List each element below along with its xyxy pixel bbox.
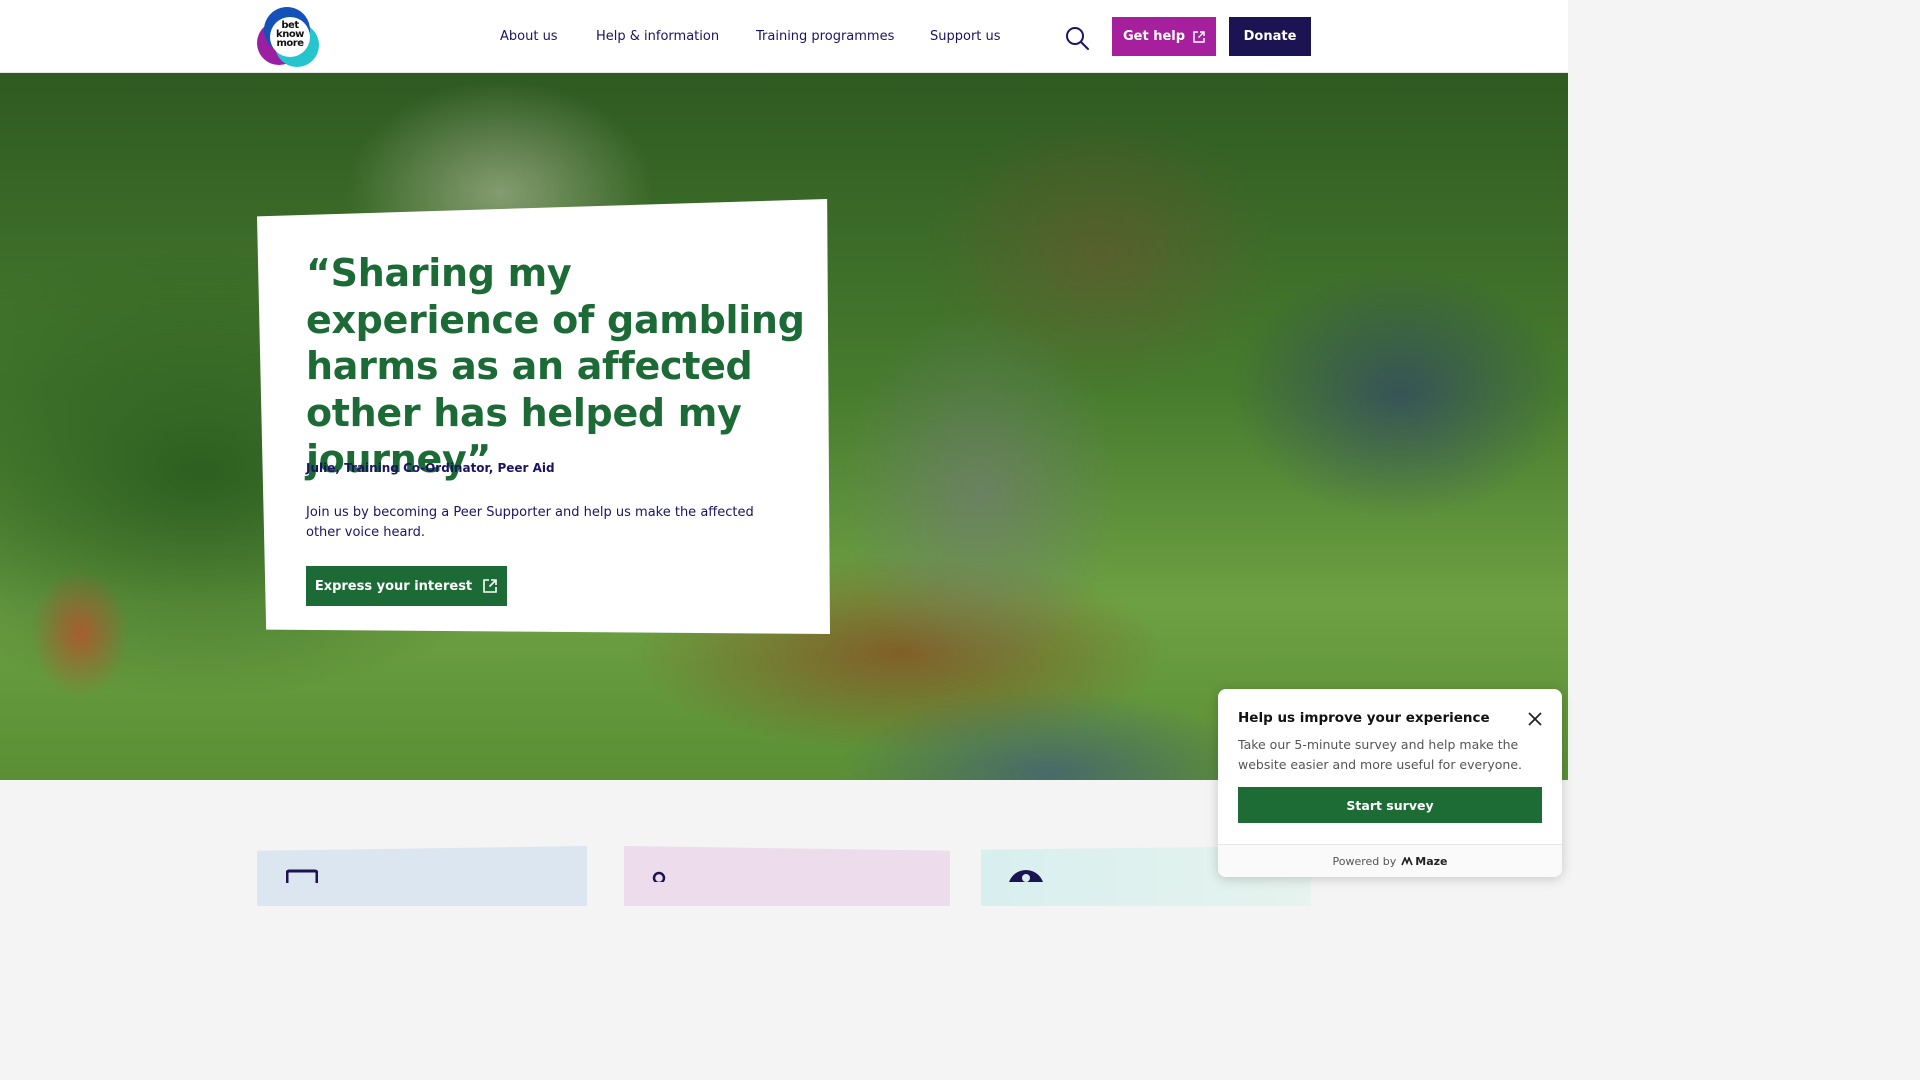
survey-popup: Help us improve your experience Take our… [1218, 689, 1562, 877]
get-help-label: Get help [1122, 29, 1186, 44]
express-interest-label: Express your interest [314, 578, 473, 594]
donate-button[interactable]: Donate [1229, 17, 1311, 56]
survey-description: Take our 5-minute survey and help make t… [1238, 737, 1522, 772]
external-link-icon [483, 579, 497, 593]
hero-quote: “Sharing my experience of gambling harms… [306, 251, 805, 481]
device-icon [286, 869, 318, 883]
info-card[interactable] [624, 846, 950, 906]
express-interest-button[interactable]: Express your interest [306, 566, 507, 606]
search-icon[interactable] [1064, 25, 1090, 51]
start-survey-button[interactable]: Start survey [1238, 787, 1542, 823]
survey-footer: Powered by Maze [1218, 844, 1562, 877]
get-help-button[interactable]: Get help [1112, 17, 1216, 56]
quote-attribution: Julie, Training Co-Ordinator, Peer Aid [306, 461, 555, 475]
nav-help-information[interactable]: Help & information [596, 29, 719, 44]
maze-icon [1401, 856, 1414, 865]
nav-about-us[interactable]: About us [500, 29, 558, 44]
nav-training-programmes[interactable]: Training programmes [756, 29, 894, 44]
nav-support-us[interactable]: Support us [930, 29, 1001, 44]
support-icon [1009, 870, 1043, 882]
bet-know-more-logo[interactable]: bet know more [257, 7, 319, 67]
maze-logo[interactable]: Maze [1401, 854, 1448, 868]
donate-label: Donate [1243, 29, 1297, 44]
maze-brand: Maze [1415, 854, 1448, 868]
survey-title: Help us improve your experience [1238, 710, 1490, 726]
external-link-icon [1193, 30, 1205, 43]
site-header: bet know more About us Help & informatio… [0, 0, 1568, 73]
start-survey-label: Start survey [1346, 797, 1434, 813]
person-icon [652, 871, 666, 882]
hero-blurb: Join us by becoming a Peer Supporter and… [306, 505, 754, 540]
powered-by-label: Powered by [1332, 854, 1397, 868]
close-icon[interactable] [1526, 710, 1544, 728]
